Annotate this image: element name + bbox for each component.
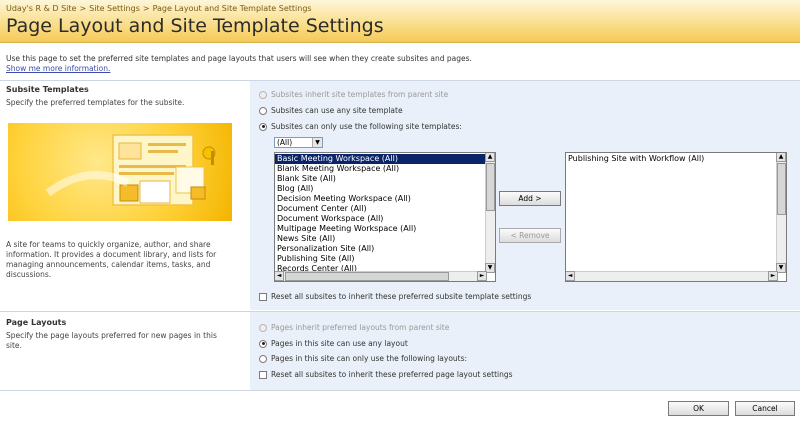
breadcrumb-separator: > — [142, 4, 150, 13]
language-filter-value: (All) — [277, 138, 293, 147]
scroll-thumb[interactable] — [285, 272, 449, 281]
inherit-templates-option[interactable]: Subsites inherit site templates from par… — [259, 90, 448, 99]
scroll-thumb[interactable] — [486, 163, 495, 211]
any-layout-label: Pages in this site can use any layout — [271, 339, 408, 348]
template-description: A site for teams to quickly organize, au… — [6, 240, 217, 279]
any-template-option[interactable]: Subsites can use any site template — [259, 106, 403, 115]
selected-templates-hscroll[interactable]: ◄ ► — [566, 271, 778, 281]
selected-templates-vscroll[interactable]: ▲ ▼ — [776, 153, 786, 273]
more-info-link[interactable]: Show me more information. — [6, 64, 110, 73]
available-templates-hscroll[interactable]: ◄ ► — [275, 271, 487, 281]
any-template-radio[interactable] — [259, 106, 267, 115]
available-template-item[interactable]: Personalization Site (All) — [275, 244, 495, 254]
reset-templates-label: Reset all subsites to inherit these pref… — [271, 292, 532, 301]
scroll-right-icon[interactable]: ► — [768, 271, 778, 281]
any-template-label: Subsites can use any site template — [271, 106, 403, 115]
breadcrumb-separator: > — [79, 4, 87, 13]
page-layouts-description: Specify the page layouts preferred for n… — [6, 331, 217, 350]
any-layout-radio[interactable] — [259, 339, 267, 348]
available-template-item[interactable]: Decision Meeting Workspace (All) — [275, 194, 495, 204]
divider — [0, 390, 800, 391]
inherit-templates-radio[interactable] — [259, 90, 267, 99]
scroll-up-icon[interactable]: ▲ — [485, 153, 495, 162]
subsite-templates-title: Subsite Templates — [6, 85, 89, 94]
remove-template-button[interactable]: < Remove — [499, 228, 561, 243]
selected-templates-list[interactable]: Publishing Site with Workflow (All) ▲ ▼ … — [565, 152, 787, 282]
available-template-item[interactable]: Blank Site (All) — [275, 174, 495, 184]
chevron-down-icon[interactable]: ▼ — [312, 138, 322, 147]
breadcrumb-current: Page Layout and Site Template Settings — [152, 4, 312, 13]
available-template-item[interactable]: Publishing Site (All) — [275, 254, 495, 264]
inherit-layouts-radio[interactable] — [259, 323, 267, 332]
available-template-item[interactable]: Blank Meeting Workspace (All) — [275, 164, 495, 174]
available-template-item[interactable]: Document Workspace (All) — [275, 214, 495, 224]
ok-button[interactable]: OK — [668, 401, 729, 416]
reset-layouts-checkbox[interactable] — [259, 370, 267, 379]
breadcrumb-site-link[interactable]: Uday's R & D Site — [6, 4, 76, 13]
only-layouts-label: Pages in this site can only use the foll… — [271, 354, 468, 363]
scroll-left-icon[interactable]: ◄ — [275, 271, 284, 281]
only-layouts-radio[interactable] — [259, 354, 267, 363]
only-layouts-option[interactable]: Pages in this site can only use the foll… — [259, 354, 467, 363]
available-template-item[interactable]: Blog (All) — [275, 184, 495, 194]
reset-layouts-option[interactable]: Reset all subsites to inherit these pref… — [259, 370, 513, 379]
cancel-button[interactable]: Cancel — [735, 401, 795, 416]
reset-templates-option[interactable]: Reset all subsites to inherit these pref… — [259, 292, 531, 301]
page-title: Page Layout and Site Template Settings — [6, 15, 384, 37]
language-filter-select[interactable]: (All) ▼ — [274, 137, 323, 148]
template-illustration-icon — [45, 134, 216, 206]
page-header: Uday's R & D Site > Site Settings > Page Lay… — [0, 0, 800, 43]
breadcrumb-settings-link[interactable]: Site Settings — [89, 4, 140, 13]
available-template-item[interactable]: Multipage Meeting Workspace (All) — [275, 224, 495, 234]
template-preview-image — [8, 123, 232, 221]
inherit-layouts-label: Pages inherit preferred layouts from par… — [271, 323, 450, 332]
inherit-templates-label: Subsites inherit site templates from par… — [271, 90, 449, 99]
subsite-templates-description: Specify the preferred templates for the … — [6, 98, 185, 107]
breadcrumb: Uday's R & D Site > Site Settings > Page Lay… — [6, 4, 312, 13]
available-template-item[interactable]: Document Center (All) — [275, 204, 495, 214]
reset-layouts-label: Reset all subsites to inherit these pref… — [271, 370, 513, 379]
add-template-button[interactable]: Add > — [499, 191, 561, 206]
available-template-item[interactable]: News Site (All) — [275, 234, 495, 244]
page-layouts-title: Page Layouts — [6, 318, 67, 327]
selected-template-item[interactable]: Publishing Site with Workflow (All) — [566, 154, 786, 164]
reset-templates-checkbox[interactable] — [259, 292, 267, 301]
inherit-layouts-option[interactable]: Pages inherit preferred layouts from par… — [259, 323, 449, 332]
available-template-item[interactable]: Basic Meeting Workspace (All) — [275, 154, 495, 164]
available-templates-vscroll[interactable]: ▲ ▼ — [485, 153, 495, 273]
only-templates-option[interactable]: Subsites can only use the following site… — [259, 122, 462, 131]
any-layout-option[interactable]: Pages in this site can use any layout — [259, 339, 408, 348]
scroll-right-icon[interactable]: ► — [477, 271, 487, 281]
only-templates-label: Subsites can only use the following site… — [271, 122, 462, 131]
scroll-thumb[interactable] — [777, 163, 786, 215]
available-templates-list[interactable]: Basic Meeting Workspace (All) Blank Meeti… — [274, 152, 496, 282]
intro-text: Use this page to set the preferred site … — [6, 54, 472, 63]
only-templates-radio[interactable] — [259, 122, 267, 131]
scroll-left-icon[interactable]: ◄ — [566, 271, 575, 281]
scroll-up-icon[interactable]: ▲ — [776, 153, 786, 162]
